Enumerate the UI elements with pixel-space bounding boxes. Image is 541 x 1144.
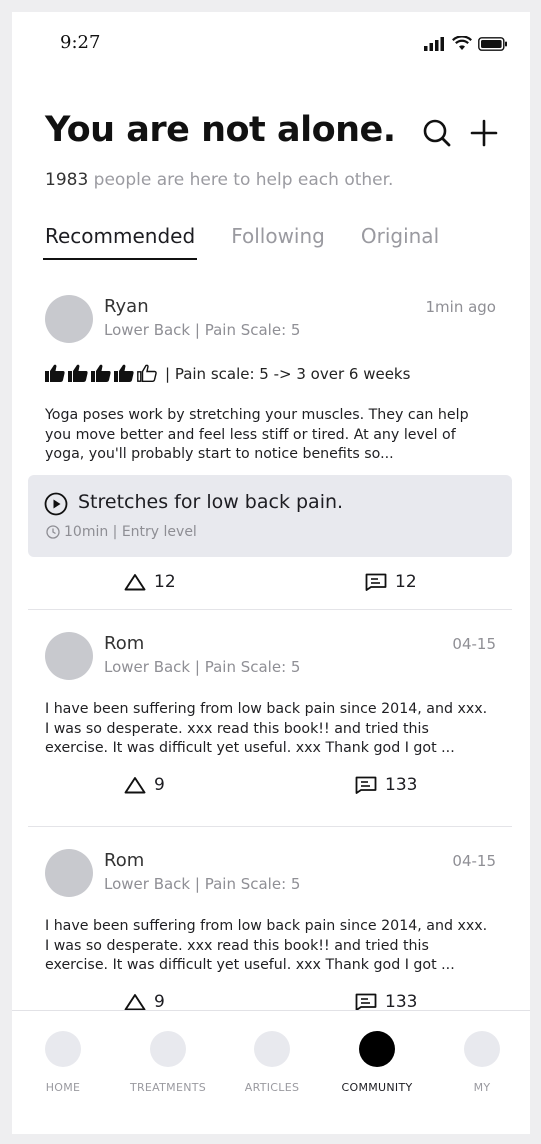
signal-icon [424,36,444,51]
thumbs-rating [45,364,157,383]
upvote-count: 12 [154,572,176,592]
post-text[interactable]: I have been suffering from low back pain… [45,700,495,759]
comment-count: 12 [395,572,417,592]
comment-icon [365,573,387,591]
comment-icon [355,776,377,794]
upvote-button[interactable]: 9 [124,775,165,795]
tab-original[interactable]: Original [361,224,439,260]
post-author[interactable]: Rom [104,633,144,654]
page-title: You are not alone. [45,110,396,150]
post-time: 1min ago [425,298,497,316]
post-time: 04-15 [452,852,496,870]
nav-treatments[interactable]: TREATMENTS [118,1031,218,1094]
comment-button[interactable]: 133 [355,775,417,795]
post-actions: 9 133 [28,775,512,805]
play-circle-icon [44,492,68,516]
post-text[interactable]: I have been suffering from low back pain… [45,917,495,976]
wifi-icon [452,36,472,50]
post-actions: 12 12 [28,572,512,602]
comment-button[interactable]: 12 [365,572,417,592]
member-count: 1983 [45,170,89,190]
upvote-button[interactable]: 9 [124,992,165,1012]
articles-icon [254,1031,290,1067]
post-meta: Lower Back | Pain Scale: 5 [104,321,301,339]
upvote-button[interactable]: 12 [124,572,176,592]
post-card[interactable]: Rom Lower Back | Pain Scale: 5 04-15 I h… [28,627,512,827]
upvote-count: 9 [154,775,165,795]
post-divider [28,826,512,827]
post-card[interactable]: Ryan Lower Back | Pain Scale: 5 1min ago… [28,290,512,610]
subtitle-text: people are here to help each other. [88,170,394,190]
avatar[interactable] [45,632,93,680]
upvote-triangle-icon [124,994,146,1011]
thumb-up-filled-icon [91,364,111,382]
status-time: 9:27 [60,32,101,53]
community-count-subtitle: 1983 people are here to help each other. [45,170,393,190]
thumb-up-filled-icon [45,364,65,382]
video-meta-text: 10min | Entry level [64,524,197,540]
post-time: 04-15 [452,635,496,653]
pain-rating: | Pain scale: 5 -> 3 over 6 weeks [45,364,410,383]
nav-label: HOME [45,1081,81,1094]
status-icons [424,36,508,51]
thumb-up-filled-icon [114,364,134,382]
nav-community[interactable]: COMMUNITY [327,1031,427,1094]
battery-icon [478,36,507,51]
post-author[interactable]: Rom [104,850,144,871]
comment-count: 133 [385,992,418,1012]
nav-home[interactable]: HOME [13,1031,113,1094]
video-title: Stretches for low back pain. [78,491,344,513]
video-meta: 10min | Entry level [46,524,197,540]
post-author[interactable]: Ryan [104,296,149,317]
post-meta: Lower Back | Pain Scale: 5 [104,875,301,893]
nav-articles[interactable]: ARTICLES [222,1031,322,1094]
phone-screen: 9:27 You are not alone. 1983 people are … [12,12,530,1134]
avatar[interactable] [45,295,93,343]
nav-label: ARTICLES [244,1081,300,1094]
pain-scale-text: | Pain scale: 5 -> 3 over 6 weeks [165,364,411,383]
upvote-triangle-icon [124,777,146,794]
add-post-button[interactable] [467,116,501,150]
comment-button[interactable]: 133 [355,992,417,1012]
profile-icon [464,1031,500,1067]
bottom-nav: HOME TREATMENTS ARTICLES COMMUNITY MY [12,1010,530,1134]
clock-icon [46,525,60,539]
plus-icon [470,119,498,147]
community-icon [359,1031,395,1067]
tab-recommended[interactable]: Recommended [42,224,198,260]
post-divider [28,609,512,610]
search-button[interactable] [420,116,454,150]
search-icon [423,119,451,147]
comment-icon [355,993,377,1011]
nav-my[interactable]: MY [432,1031,530,1094]
post-meta: Lower Back | Pain Scale: 5 [104,658,301,676]
feed-tabs: Recommended Following Original [42,224,475,260]
thumb-up-filled-icon [68,364,88,382]
upvote-triangle-icon [124,574,146,591]
thumb-up-outline-icon [137,364,157,382]
nav-label: COMMUNITY [341,1081,413,1094]
nav-label: TREATMENTS [129,1081,207,1094]
video-card[interactable]: Stretches for low back pain. 10min | Ent… [28,475,512,557]
treatments-icon [150,1031,186,1067]
status-bar: 9:27 [12,12,530,72]
comment-count: 133 [385,775,418,795]
upvote-count: 9 [154,992,165,1012]
tab-following[interactable]: Following [231,224,325,260]
post-text[interactable]: Yoga poses work by stretching your muscl… [45,406,495,465]
avatar[interactable] [45,849,93,897]
nav-label: MY [473,1081,491,1094]
home-icon [45,1031,81,1067]
